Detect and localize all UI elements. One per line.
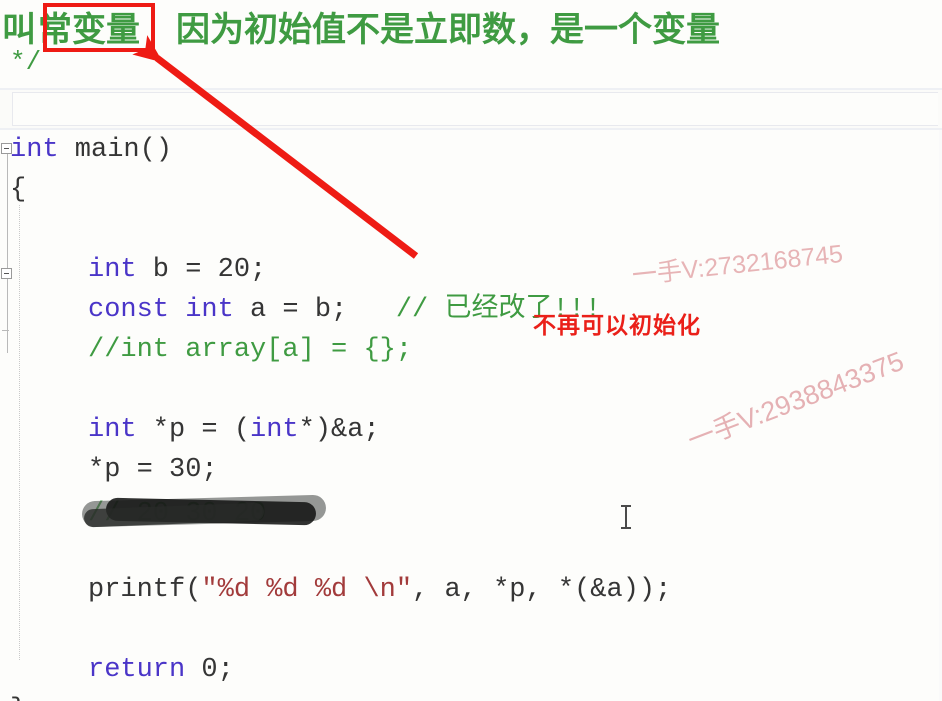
top-comment-band: 叫常变量 因为初始值不是立即数，是一个变量 */: [0, 0, 942, 88]
code-line[interactable]: //int array[a] = {};: [0, 330, 942, 370]
code-token-id: *p = (: [136, 415, 251, 445]
code-token-id: main(): [58, 135, 173, 165]
code-line[interactable]: [0, 610, 942, 650]
code-token-id: printf(: [88, 575, 202, 605]
red-highlight-box: [43, 3, 155, 52]
ibeam-stem: [625, 506, 627, 528]
struck-comment-group: // 20 30 20: [78, 492, 338, 540]
code-token-id: [347, 295, 396, 325]
code-token-id: [185, 655, 201, 685]
code-token-id: a = b;: [233, 295, 348, 325]
code-token-punc: ;: [217, 655, 234, 685]
code-token-str: "%d %d %d \n": [201, 575, 413, 605]
code-token-punc: {: [10, 175, 27, 205]
screenshot-root: 叫常变量 因为初始值不是立即数，是一个变量 */ int main() { int b…: [0, 0, 942, 701]
code-line[interactable]: int b = 20;: [0, 250, 942, 290]
code-line[interactable]: return 0;: [0, 650, 942, 690]
code-line[interactable]: [0, 370, 942, 410]
code-line[interactable]: }: [0, 690, 942, 701]
code-token-punc: }: [10, 695, 26, 701]
code-token-punc: ;: [201, 455, 218, 485]
comment-rest-text: 因为初始值不是立即数，是一个变量: [176, 11, 720, 49]
code-token-kw: int: [250, 415, 299, 445]
code-line[interactable]: int main(): [0, 130, 942, 170]
code-token-num: 30: [169, 455, 202, 485]
code-token-id: *)&a;: [298, 415, 380, 445]
red-note-text: 不再可以初始化: [533, 312, 701, 338]
code-token-punc: ;: [250, 255, 267, 285]
editor-blank-row-inner: [12, 92, 938, 126]
text-cursor-icon: [620, 503, 632, 531]
code-area[interactable]: int main(){int b = 20; const int a = b; /…: [0, 130, 942, 701]
code-token-cmt: //int array[a] = {};: [88, 335, 413, 365]
code-line[interactable]: *p = 30;: [0, 450, 942, 490]
code-token-kw: int: [88, 255, 137, 285]
code-token-kw: int: [10, 135, 59, 165]
editor-blank-row: [0, 88, 942, 130]
comment-prefix-text: 叫: [2, 11, 36, 49]
code-line[interactable]: int *p = (int*)&a;: [0, 410, 942, 450]
code-token-num: 0: [201, 655, 218, 685]
code-line[interactable]: printf("%d %d %d \n", a, *p, *(&a));: [0, 570, 942, 610]
code-token-kw: return: [88, 655, 186, 685]
code-token-id: b =: [136, 255, 218, 285]
code-line[interactable]: const int a = b; // 已经改了!!!: [0, 290, 942, 330]
code-token-kw: int: [88, 415, 137, 445]
code-line[interactable]: [0, 210, 942, 250]
code-line[interactable]: {: [0, 170, 942, 210]
code-token-id: *p =: [88, 455, 170, 485]
code-token-kw: const int: [88, 295, 234, 325]
ibeam-bottom-cap: [621, 527, 631, 529]
code-token-num: 20: [217, 255, 251, 285]
code-token-id: , a, *p, *(&a));: [412, 575, 672, 605]
comment-close-marker: */: [10, 47, 42, 77]
